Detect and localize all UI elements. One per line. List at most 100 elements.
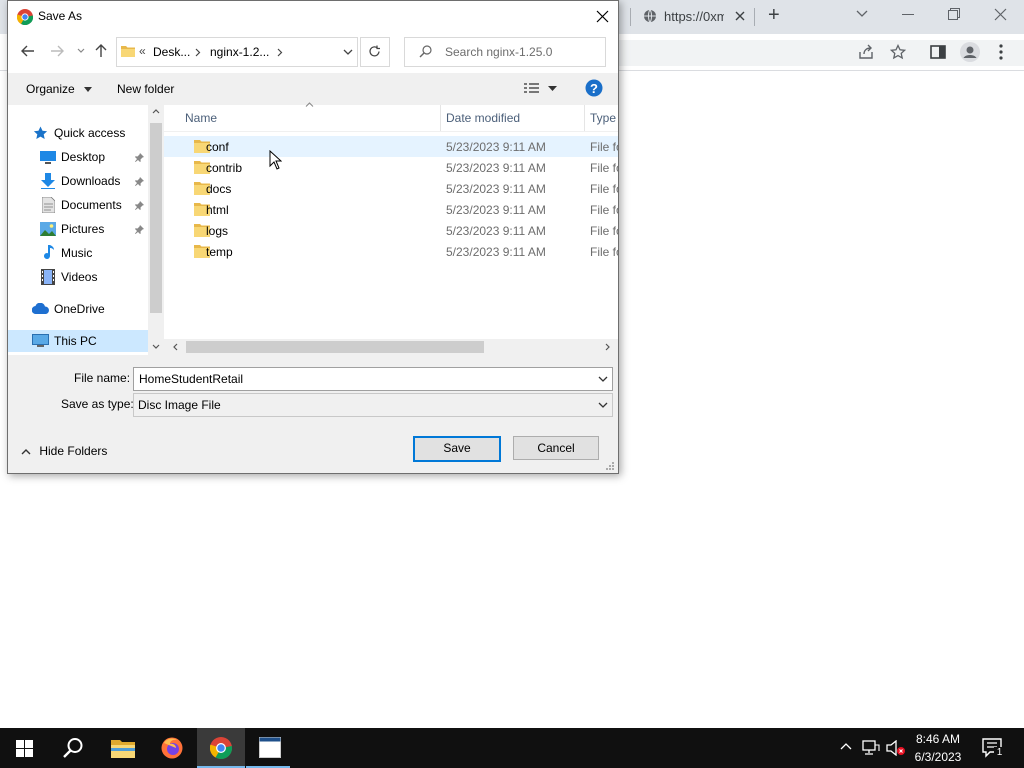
nav-this-pc[interactable]: This PC: [8, 330, 148, 352]
forward-arrow-icon[interactable]: [50, 45, 64, 57]
table-row[interactable]: conf 5/23/2023 9:11 AM File folder: [164, 136, 618, 157]
nav-item-videos[interactable]: Videos: [8, 266, 148, 288]
up-arrow-icon[interactable]: [95, 44, 107, 58]
nav-quick-access[interactable]: Quick access: [8, 122, 148, 144]
share-icon[interactable]: [858, 44, 874, 60]
nav-label: OneDrive: [54, 302, 105, 316]
pin-icon[interactable]: [135, 225, 144, 234]
address-overflow[interactable]: «: [139, 44, 146, 58]
minimize-icon[interactable]: [902, 14, 914, 16]
navpane-scroll-thumb[interactable]: [150, 123, 162, 313]
search-icon: [419, 45, 432, 58]
chevron-down-icon[interactable]: [598, 376, 608, 382]
cancel-button[interactable]: Cancel: [513, 436, 599, 460]
table-row[interactable]: docs 5/23/2023 9:11 AM File folder: [164, 178, 618, 199]
notification-center-icon[interactable]: 1: [982, 738, 1005, 759]
scroll-left-icon[interactable]: [173, 343, 178, 351]
chevron-down-icon[interactable]: [598, 402, 608, 408]
taskbar-search-button[interactable]: [48, 728, 96, 768]
help-glyph: ?: [590, 81, 598, 96]
column-divider[interactable]: [440, 105, 441, 131]
nav-item-desktop[interactable]: Desktop: [8, 146, 148, 168]
chevron-down-icon[interactable]: [856, 10, 868, 18]
back-arrow-icon[interactable]: [21, 45, 35, 57]
resize-grip-icon[interactable]: [605, 461, 614, 470]
nav-item-music[interactable]: Music: [8, 242, 148, 264]
windows-logo-icon: [16, 740, 33, 757]
nav-item-documents[interactable]: Documents: [8, 194, 148, 216]
pin-icon[interactable]: [135, 153, 144, 162]
show-hidden-icons-chevron-icon[interactable]: [840, 743, 852, 750]
horizontal-scroll-thumb[interactable]: [186, 341, 484, 353]
restore-icon[interactable]: [948, 8, 960, 20]
help-icon[interactable]: ?: [585, 79, 603, 97]
file-type: File folder: [590, 161, 618, 175]
pin-icon[interactable]: [135, 177, 144, 186]
dialog-titlebar[interactable]: [8, 1, 618, 33]
file-explorer-taskbar-button[interactable]: [98, 728, 146, 768]
file-date: 5/23/2023 9:11 AM: [446, 182, 546, 196]
file-date: 5/23/2023 9:11 AM: [446, 161, 546, 175]
scroll-down-icon[interactable]: [152, 344, 160, 349]
file-name-field[interactable]: HomeStudentRetail: [133, 367, 613, 391]
nav-item-pictures[interactable]: Pictures: [8, 218, 148, 240]
file-type: File folder: [590, 224, 618, 238]
nav-item-downloads[interactable]: Downloads: [8, 170, 148, 192]
table-row[interactable]: temp 5/23/2023 9:11 AM File folder: [164, 241, 618, 262]
column-divider[interactable]: [584, 105, 585, 131]
browser-tab-title[interactable]: https://0xm: [664, 9, 724, 24]
file-date: 5/23/2023 9:11 AM: [446, 203, 546, 217]
hide-folders-toggle[interactable]: Hide Folders: [21, 444, 107, 458]
file-name-label: File name:: [74, 371, 131, 385]
save-as-dialog: Save As « Desk... nginx-1.2... Search ng…: [7, 0, 619, 474]
address-dropdown-icon[interactable]: [343, 49, 353, 56]
pin-icon[interactable]: [135, 201, 144, 210]
recent-locations-chevron-icon[interactable]: [77, 48, 85, 54]
profile-avatar-icon[interactable]: [960, 42, 980, 62]
refresh-button[interactable]: [360, 37, 390, 67]
clock-date[interactable]: 6/3/2023: [906, 750, 970, 764]
file-type: File folder: [590, 203, 618, 217]
column-header-type[interactable]: Type: [590, 111, 616, 125]
search-input[interactable]: Search nginx-1.25.0: [404, 37, 606, 67]
dialog-close-icon[interactable]: [596, 10, 609, 23]
network-icon[interactable]: [862, 740, 880, 756]
organize-menu[interactable]: Organize: [26, 82, 93, 96]
firefox-taskbar-button[interactable]: [148, 728, 196, 768]
table-row[interactable]: logs 5/23/2023 9:11 AM File folder: [164, 220, 618, 241]
breadcrumb-desktop[interactable]: Desk...: [153, 45, 190, 59]
new-tab-button[interactable]: +: [768, 4, 780, 27]
save-type-select[interactable]: Disc Image File: [133, 393, 613, 417]
view-options-icon[interactable]: [524, 82, 540, 94]
dialog-title: Save As: [38, 9, 83, 23]
file-name-value: HomeStudentRetail: [139, 372, 244, 386]
breadcrumb-chevron-icon[interactable]: [277, 48, 283, 57]
volume-muted-icon[interactable]: [886, 740, 906, 756]
scroll-up-icon[interactable]: [152, 109, 160, 114]
table-row[interactable]: html 5/23/2023 9:11 AM File folder: [164, 199, 618, 220]
chrome-taskbar-button[interactable]: [197, 728, 245, 768]
start-button[interactable]: [0, 728, 48, 768]
new-folder-button[interactable]: New folder: [117, 82, 174, 96]
save-button[interactable]: Save: [413, 436, 501, 462]
bookmark-star-icon[interactable]: [890, 44, 906, 60]
column-header-date[interactable]: Date modified: [446, 111, 520, 125]
tab-close-icon[interactable]: [734, 10, 746, 22]
search-icon: [62, 737, 84, 759]
scroll-right-icon[interactable]: [605, 343, 610, 351]
chrome-icon: [17, 9, 33, 25]
address-bar[interactable]: « Desk... nginx-1.2...: [116, 37, 358, 67]
clock-time[interactable]: 8:46 AM: [906, 732, 970, 746]
table-row[interactable]: contrib 5/23/2023 9:11 AM File folder: [164, 157, 618, 178]
mouse-pointer-icon: [269, 150, 282, 170]
breadcrumb-chevron-icon[interactable]: [195, 48, 201, 57]
close-icon[interactable]: [994, 8, 1007, 21]
breadcrumb-nginx[interactable]: nginx-1.2...: [210, 45, 269, 59]
column-header-name[interactable]: Name: [185, 111, 217, 125]
sort-ascending-icon: [305, 102, 314, 107]
app-window-taskbar-button[interactable]: [246, 728, 294, 768]
side-panel-icon[interactable]: [930, 44, 946, 60]
menu-kebab-icon[interactable]: [999, 44, 1003, 60]
nav-onedrive[interactable]: OneDrive: [8, 298, 148, 320]
view-dropdown-caret-icon[interactable]: [548, 86, 557, 91]
